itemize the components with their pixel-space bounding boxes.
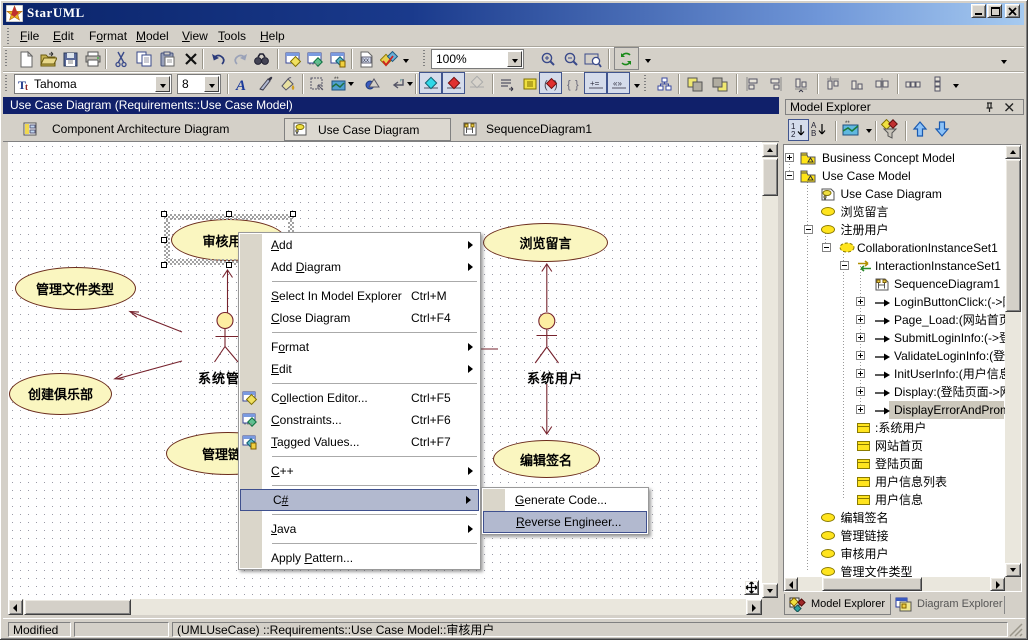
svg-text:{: {	[567, 79, 571, 91]
svg-text:A: A	[235, 78, 246, 93]
svg-text:t: t	[25, 82, 28, 91]
svg-text:«»: «»	[613, 79, 622, 88]
svg-text:+=: +=	[590, 79, 600, 88]
svg-text:↑: ↑	[829, 76, 832, 82]
svg-text:**: **	[845, 121, 850, 127]
svg-text:xx: xx	[363, 58, 369, 64]
svg-text:B: B	[811, 129, 816, 138]
svg-text:**: **	[334, 77, 339, 83]
svg-text:}: }	[575, 79, 579, 91]
svg-text:2: 2	[791, 130, 796, 139]
